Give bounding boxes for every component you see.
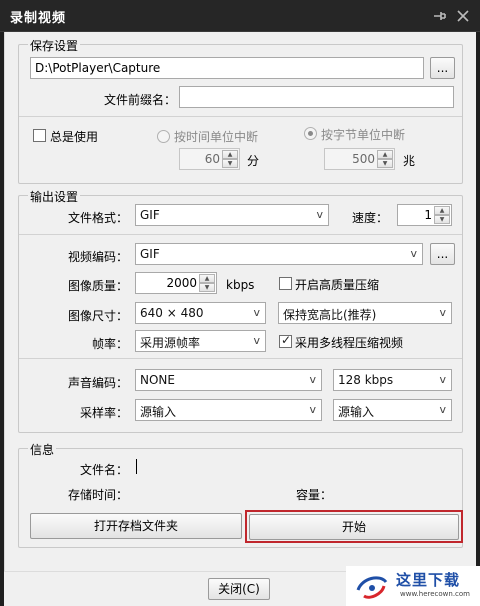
text-caret: [136, 459, 137, 474]
prefix-input[interactable]: [179, 86, 454, 108]
divider: [19, 116, 462, 117]
aspect-select[interactable]: 保持宽高比(推荐) v: [278, 302, 452, 324]
watermark-text: 这里下载: [396, 571, 461, 589]
sample-rate-select[interactable]: 源输入 v: [135, 399, 322, 421]
audio-codec-select[interactable]: NONE v: [135, 369, 322, 391]
by-time-label: 按时间单位中断: [174, 130, 259, 144]
format-value: GIF: [140, 208, 160, 222]
sample-rate-value: 源输入: [140, 405, 177, 419]
size-label: 图像尺寸：: [67, 309, 128, 323]
spin-down-icon[interactable]: ▼: [199, 283, 215, 292]
window-title: 录制视频: [10, 11, 67, 26]
video-codec-value: GIF: [140, 247, 160, 261]
bytes-value: 500: [352, 152, 375, 166]
browse-path-button[interactable]: ...: [430, 57, 455, 79]
bitrate-value: 128 kbps: [338, 373, 394, 387]
save-path-input[interactable]: D:\PotPlayer\Capture: [30, 57, 424, 79]
bitrate-select[interactable]: 128 kbps v: [333, 369, 452, 391]
capacity-label: 容量：: [296, 488, 333, 502]
save-settings-title: 保存设置: [28, 37, 81, 54]
by-time-radio[interactable]: [157, 130, 170, 143]
fps-label: 帧率：: [91, 337, 128, 351]
chevron-down-icon: v: [253, 334, 260, 347]
always-use-checkbox[interactable]: [33, 129, 46, 142]
quality-value: 2000: [166, 276, 197, 290]
spin-up-icon[interactable]: ▲: [377, 150, 393, 159]
watermark: 这里下载 www.herecown.com: [346, 566, 480, 606]
speed-spinner[interactable]: 1 ▲ ▼: [397, 204, 452, 226]
bytes-unit: 兆: [403, 154, 416, 168]
format-select[interactable]: GIF v: [135, 204, 329, 226]
size-value: 640 × 480: [140, 306, 204, 320]
speed-label: 速度：: [352, 211, 389, 225]
chevron-down-icon: v: [439, 403, 446, 416]
chevron-down-icon: v: [309, 373, 316, 386]
by-bytes-label: 按字节单位中断: [321, 128, 406, 142]
spin-up-icon[interactable]: ▲: [434, 206, 450, 215]
fps-select[interactable]: 采用源帧率 v: [135, 330, 266, 352]
quality-unit: kbps: [226, 278, 255, 292]
radio-selected-dot: [308, 131, 313, 136]
time-value: 60: [204, 152, 220, 166]
title-bar: 录制视频: [0, 0, 480, 32]
channel-value: 源输入: [338, 405, 375, 419]
spin-down-icon[interactable]: ▼: [222, 159, 238, 168]
watermark-logo-icon: [356, 576, 388, 599]
size-select[interactable]: 640 × 480 v: [135, 302, 266, 324]
divider: [19, 234, 462, 235]
time-spinner[interactable]: 60 ▲ ▼: [179, 148, 240, 170]
output-settings-title: 输出设置: [28, 188, 81, 205]
aspect-value: 保持宽高比(推荐): [283, 308, 377, 322]
always-use-label: 总是使用: [50, 130, 99, 144]
video-codec-select[interactable]: GIF v: [135, 243, 423, 265]
hq-compress-label: 开启高质量压缩: [295, 278, 380, 292]
storage-time-label: 存储时间：: [67, 488, 128, 502]
video-codec-label: 视频编码：: [67, 250, 128, 264]
multithread-label: 采用多线程压缩视频: [295, 336, 404, 350]
spin-down-icon[interactable]: ▼: [434, 215, 450, 224]
format-label: 文件格式：: [67, 211, 128, 225]
by-bytes-radio[interactable]: [304, 127, 317, 140]
open-folder-button[interactable]: 打开存档文件夹: [30, 513, 242, 539]
prefix-label: 文件前缀名：: [103, 93, 176, 107]
multithread-checkbox[interactable]: ✓: [279, 333, 292, 348]
sample-rate-label: 采样率：: [79, 406, 128, 420]
filename-label: 文件名：: [79, 463, 128, 477]
chevron-down-icon: v: [439, 373, 446, 386]
hq-compress-checkbox[interactable]: [279, 277, 292, 290]
close-button[interactable]: 关闭(C): [208, 578, 270, 600]
quality-spinner[interactable]: 2000 ▲ ▼: [135, 272, 217, 294]
pin-icon[interactable]: [431, 8, 447, 24]
checkmark-icon: ✓: [281, 333, 292, 347]
watermark-url: www.herecown.com: [400, 590, 470, 598]
audio-codec-value: NONE: [140, 373, 175, 387]
codec-settings-button[interactable]: ...: [430, 243, 455, 265]
time-unit: 分: [247, 154, 260, 168]
close-icon[interactable]: [455, 8, 471, 24]
channel-select[interactable]: 源输入 v: [333, 399, 452, 421]
speed-value: 1: [424, 208, 432, 222]
bytes-spinner[interactable]: 500 ▲ ▼: [324, 148, 395, 170]
audio-codec-label: 声音编码：: [67, 376, 128, 390]
spin-down-icon[interactable]: ▼: [377, 159, 393, 168]
info-title: 信息: [28, 441, 57, 458]
quality-label: 图像质量：: [67, 279, 128, 293]
spin-up-icon[interactable]: ▲: [199, 274, 215, 283]
chevron-down-icon: v: [410, 247, 417, 260]
chevron-down-icon: v: [439, 306, 446, 319]
chevron-down-icon: v: [253, 306, 260, 319]
spin-up-icon[interactable]: ▲: [222, 150, 238, 159]
start-button[interactable]: 开始: [249, 514, 459, 540]
chevron-down-icon: v: [309, 403, 316, 416]
fps-value: 采用源帧率: [140, 336, 201, 350]
divider: [19, 358, 462, 359]
chevron-down-icon: v: [316, 208, 323, 221]
